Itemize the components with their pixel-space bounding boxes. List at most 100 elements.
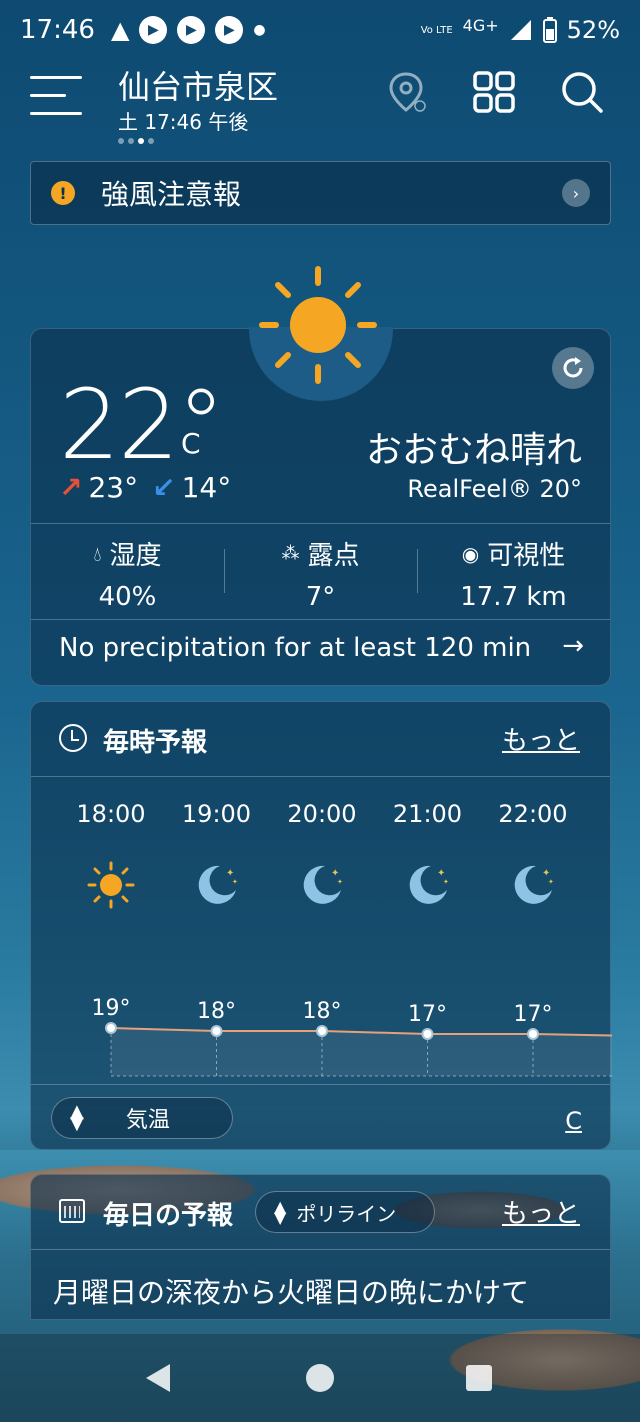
realfeel-text: RealFeel® 20°	[407, 475, 582, 503]
daily-forecast-card: 毎日の予報 ▲ ▼ ポリライン もっと 月曜日の深夜から火曜日の晩にかけて	[30, 1174, 611, 1320]
chart-mode-toggle[interactable]: ▲ ▼ ポリライン	[255, 1191, 435, 1233]
unit-toggle[interactable]: C	[565, 1107, 582, 1135]
sun-icon	[87, 861, 135, 909]
dot-icon: ●	[253, 22, 266, 38]
precipitation-text[interactable]: No precipitation for at least 120 min	[59, 633, 531, 663]
moon-icon: ✦✦	[303, 865, 343, 904]
divider	[31, 619, 610, 620]
page-dot-active	[138, 138, 144, 144]
hour-time: 22:00	[498, 800, 568, 828]
daily-title: 毎日の予報	[103, 1201, 234, 1231]
recents-button[interactable]	[466, 1365, 492, 1391]
hour-time: 18:00	[76, 800, 146, 828]
home-button[interactable]	[306, 1364, 334, 1392]
stat-value: 17.7 km	[460, 582, 567, 612]
metric-toggle-label: 気温	[125, 1108, 170, 1133]
chart-point	[316, 1025, 328, 1037]
svg-text:✦: ✦	[443, 878, 449, 886]
stat-value: 7°	[305, 582, 336, 612]
divider	[31, 1249, 610, 1250]
system-nav-bar	[0, 1334, 640, 1422]
chart-point	[421, 1028, 434, 1040]
svg-text:✦: ✦	[548, 878, 554, 886]
arrow-up-icon: ↗	[59, 471, 83, 504]
moon-icon: ✦✦	[514, 865, 554, 904]
chart-point	[105, 1022, 117, 1034]
weather-alert-banner[interactable]: ! 強風注意報 ›	[30, 161, 611, 225]
page-dot	[148, 138, 154, 144]
eye-icon: ◉	[461, 541, 480, 566]
location-subtitle: 土 17:46 午後	[118, 110, 249, 134]
chevron-right-icon: ›	[562, 179, 590, 207]
stat-label: 可視性	[487, 541, 566, 571]
sort-updown-icon: ▲ ▼	[274, 1197, 287, 1227]
warning-icon: ▲	[110, 16, 130, 44]
grid-icon[interactable]	[470, 68, 518, 116]
status-bar: 17:46 ▲ ▶ ▶ ▶ ● Vo LTE 4G+ 52%	[0, 0, 640, 60]
location-title[interactable]: 仙台市泉区	[118, 62, 278, 108]
hourly-forecast-card: 毎時予報 もっと 18:00 19° 19:00 ✦ ✦ 18° 20:00 ✦ ✦ 18° 21:…	[30, 701, 612, 1150]
arrow-right-icon[interactable]: →	[562, 631, 584, 661]
hour-time: 19:00	[181, 800, 252, 828]
daily-more-link[interactable]: もっと	[502, 1193, 580, 1230]
daily-summary: 月曜日の深夜から火曜日の晩にかけて	[53, 1276, 530, 1309]
calendar-icon	[59, 1199, 85, 1223]
divider	[31, 1084, 610, 1085]
moon-icon: ✦✦	[198, 865, 238, 904]
svg-text:✦: ✦	[232, 878, 238, 886]
chart-point	[527, 1028, 539, 1040]
high-temp: 23°	[88, 471, 139, 504]
battery-level: 52%	[566, 16, 620, 44]
stat-label: 湿度	[109, 541, 162, 571]
location-pin-icon[interactable]	[382, 68, 430, 116]
app-header: 仙台市泉区 土 17:46 午後	[0, 62, 640, 152]
alert-text: 強風注意報	[101, 178, 242, 211]
condition-text: おおむね晴れ	[365, 430, 582, 471]
chart-mode-label: ポリライン	[296, 1201, 397, 1226]
hour-time: 21:00	[392, 800, 463, 828]
menu-line	[30, 94, 66, 97]
hourly-more-link[interactable]: もっと	[502, 720, 580, 757]
hourly-title: 毎時予報	[103, 728, 208, 758]
menu-line	[30, 112, 82, 115]
moon-icon: ✦✦	[409, 865, 449, 904]
menu-line	[30, 76, 82, 79]
search-icon[interactable]	[558, 68, 606, 116]
stat-dewpoint: ⁂ 露点 7°	[224, 523, 417, 619]
play-icon: ▶	[139, 16, 168, 44]
page-dot	[118, 138, 124, 144]
sun-icon	[259, 266, 377, 384]
stat-humidity: 💧︎ 湿度 40%	[31, 523, 224, 619]
status-time: 17:46	[20, 15, 95, 45]
stat-value: 40%	[98, 582, 157, 612]
play-icon: ▶	[177, 16, 206, 44]
current-temperature: 22°	[59, 369, 225, 481]
network-label: 4G+	[462, 15, 499, 35]
dewpoint-icon: ⁂	[281, 543, 300, 564]
signal-icon	[510, 20, 531, 40]
arrow-down-icon: ↙	[152, 471, 176, 504]
sort-updown-icon: ▲ ▼	[70, 1101, 84, 1134]
chart-point	[210, 1025, 223, 1037]
volte-icon: Vo LTE	[420, 24, 453, 36]
stat-visibility: ◉ 可視性 17.7 km	[417, 523, 610, 619]
battery-icon	[542, 17, 557, 43]
low-temp: 14°	[181, 471, 232, 504]
metric-toggle[interactable]: ▲ ▼ 気温	[51, 1097, 233, 1139]
high-low: ↗ 23° ↙ 14°	[59, 471, 231, 504]
refresh-button[interactable]	[552, 347, 594, 389]
refresh-icon	[563, 357, 583, 378]
page-indicator	[118, 138, 154, 144]
play-icon: ▶	[215, 16, 244, 44]
svg-text:✦: ✦	[337, 878, 343, 886]
menu-button[interactable]	[30, 76, 84, 116]
droplet-icon: 💧︎	[93, 541, 102, 566]
divider	[31, 776, 610, 777]
back-button[interactable]	[146, 1364, 170, 1392]
stat-label: 露点	[307, 541, 360, 571]
alert-icon: !	[51, 181, 75, 205]
clock-icon	[59, 724, 87, 752]
stats-row: 💧︎ 湿度 40% ⁂ 露点 7° ◉ 可視性 17.7 km	[31, 523, 610, 619]
temperature-line-chart	[105, 1022, 612, 1077]
page-dot	[128, 138, 134, 144]
